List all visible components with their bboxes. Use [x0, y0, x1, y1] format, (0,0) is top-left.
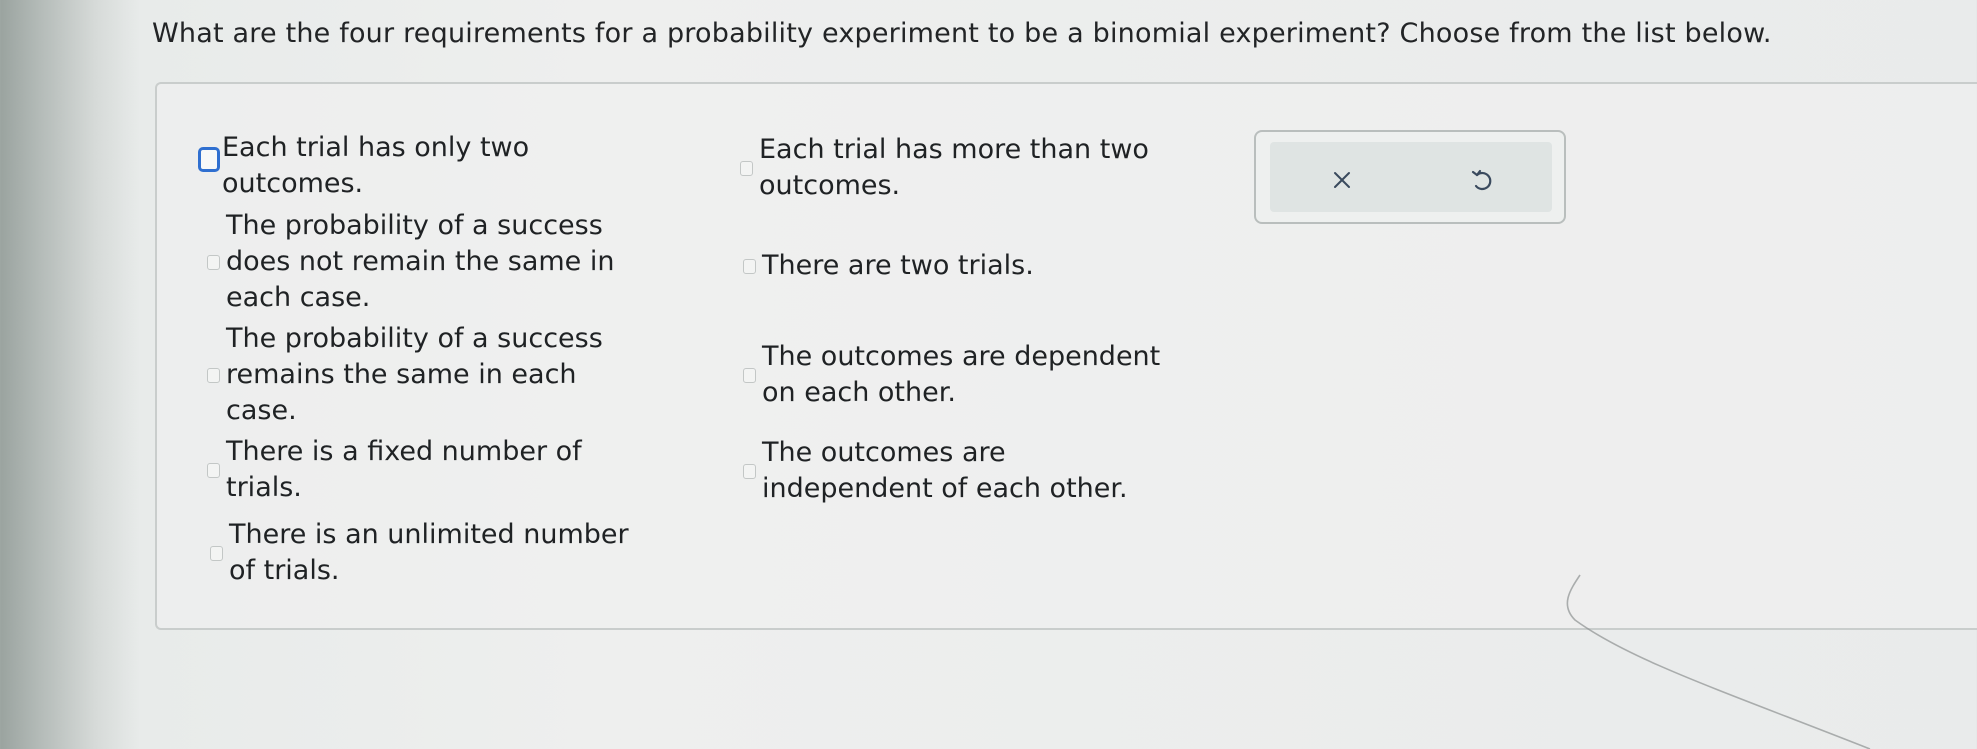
checkbox-unlimited-trials[interactable]	[210, 545, 223, 561]
checkbox-more-than-two[interactable]	[740, 160, 753, 176]
answer-toolbar	[1254, 130, 1566, 224]
option-prob-not-same[interactable]: The probability of a success does not re…	[207, 208, 615, 316]
screen: What are the four requirements for a pro…	[0, 0, 1977, 749]
option-label: The probability of a success remains the…	[226, 323, 603, 426]
undo-icon	[1471, 169, 1492, 191]
option-unlimited-trials[interactable]: There is an unlimited number of trials.	[210, 517, 629, 589]
option-independent[interactable]: The outcomes are independent of each oth…	[743, 435, 1128, 507]
close-icon	[1334, 172, 1350, 188]
option-label: There is an unlimited number of trials.	[229, 519, 629, 586]
checkbox-independent[interactable]	[743, 463, 756, 479]
question-text: What are the four requirements for a pro…	[152, 18, 1772, 49]
clear-button[interactable]	[1318, 158, 1366, 202]
option-label: There is a fixed number of trials.	[226, 436, 582, 503]
option-more-than-two[interactable]: Each trial has more than two outcomes.	[740, 132, 1149, 204]
checkbox-prob-not-same[interactable]	[207, 254, 220, 270]
option-fixed-trials[interactable]: There is a fixed number of trials.	[207, 434, 582, 506]
checkbox-dependent[interactable]	[743, 367, 756, 383]
undo-button[interactable]	[1458, 158, 1506, 202]
option-dependent[interactable]: The outcomes are dependent on each other…	[743, 339, 1160, 411]
checkbox-two-outcomes[interactable]	[198, 146, 220, 172]
option-label: The outcomes are dependent on each other…	[762, 341, 1161, 408]
option-label: Each trial has more than two outcomes.	[759, 134, 1149, 201]
checkbox-fixed-trials[interactable]	[207, 462, 220, 478]
toolbar-background	[1270, 142, 1552, 212]
option-two-trials[interactable]: There are two trials.	[743, 248, 1034, 284]
option-label: There are two trials.	[762, 250, 1034, 281]
option-label: The probability of a success does not re…	[226, 210, 615, 313]
option-two-outcomes[interactable]: Each trial has only two outcomes.	[198, 130, 529, 202]
checkbox-two-trials[interactable]	[743, 258, 756, 274]
option-label: The outcomes are independent of each oth…	[762, 437, 1128, 504]
checkbox-prob-same[interactable]	[207, 367, 220, 383]
option-prob-same[interactable]: The probability of a success remains the…	[207, 321, 603, 429]
option-label: Each trial has only two outcomes.	[222, 132, 530, 199]
